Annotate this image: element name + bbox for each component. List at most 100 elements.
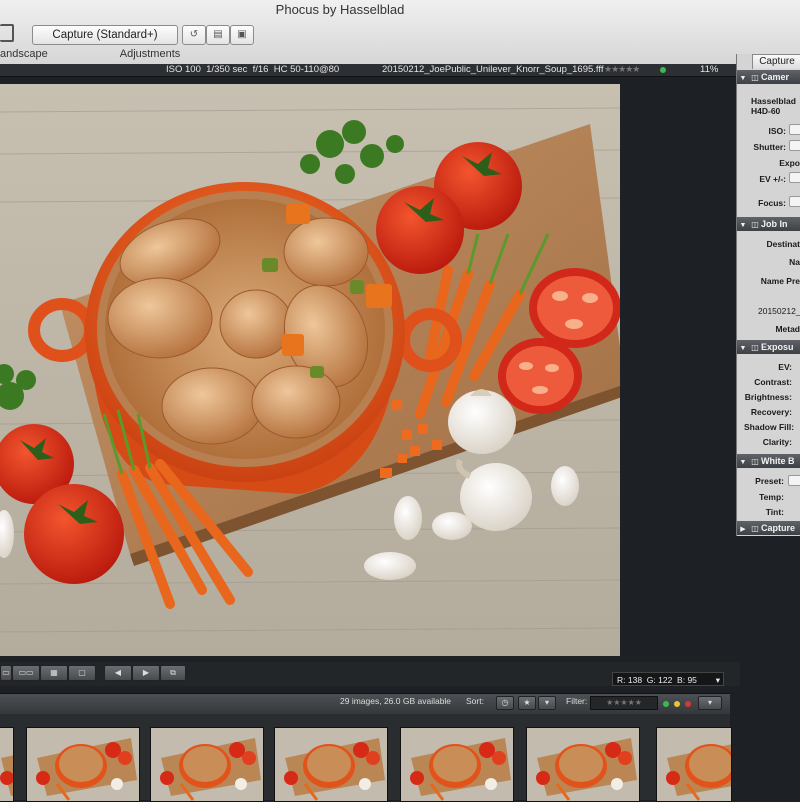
shutter-label: Shutter:	[753, 142, 786, 152]
filter-green-dot[interactable]	[663, 701, 669, 707]
disclosure-open-icon: ▼	[739, 345, 747, 352]
single-view-icon: ▭	[2, 668, 10, 677]
single-view-button[interactable]: ▭	[0, 665, 12, 681]
disclosure-closed-icon: ▶	[740, 526, 746, 533]
green-value: G: 122	[646, 675, 673, 685]
shadow-fill-label: Shadow Fill:	[744, 422, 795, 432]
window-title: Phocus by Hasselblad	[275, 2, 405, 17]
camera-model: Hasselblad H4D-60	[751, 96, 796, 116]
contrast-label: Contrast:	[754, 377, 792, 387]
iso-label: ISO:	[768, 126, 786, 136]
chevron-down-icon: ▾	[707, 698, 712, 707]
arrow-right-icon: ▶	[142, 668, 150, 677]
chevron-down-icon[interactable]: ▾	[716, 673, 723, 687]
filter-rating-stars[interactable]: ★★★★★	[590, 696, 658, 710]
thumbnail[interactable]	[26, 727, 140, 802]
iso-value: ISO 100	[166, 64, 201, 75]
name-label: Na	[789, 257, 800, 267]
adjustments-label: Adjustments	[119, 48, 181, 60]
sort-by-rating-button[interactable]: ★	[518, 696, 536, 710]
ev-slider-label: EV:	[778, 362, 792, 372]
previous-image-button[interactable]: ◀	[104, 665, 132, 681]
blue-value: B: 95	[677, 675, 697, 685]
filter-options-button[interactable]: ▾	[698, 696, 722, 710]
camera-icon: ◫	[751, 73, 759, 82]
iso-control[interactable]	[789, 124, 800, 135]
wb-preset-label: Preset:	[755, 476, 784, 486]
name-preset-label: Name Pre	[760, 276, 800, 286]
disclosure-open-icon: ▼	[739, 222, 747, 229]
job-icon: ◫	[751, 220, 759, 229]
zoom-level[interactable]: 11%	[700, 64, 718, 76]
star-icon: ★	[523, 698, 531, 707]
thumbnail-image	[401, 728, 513, 801]
clarity-label: Clarity:	[762, 437, 792, 447]
paste-adjustments-button[interactable]: ▣	[230, 25, 254, 45]
shutter-control[interactable]	[789, 140, 800, 151]
undo-icon: ↺	[189, 29, 199, 40]
section-exposure[interactable]: ▼ ◫ Exposu	[737, 340, 800, 354]
red-value: R: 138	[617, 675, 643, 685]
focus-label: Focus:	[758, 198, 786, 208]
section-camera[interactable]: ▼ ◫ Camer	[737, 70, 800, 84]
focus-control[interactable]	[789, 196, 800, 207]
fullscreen-view-button[interactable]: ▢	[68, 665, 96, 681]
thumbnail[interactable]	[274, 727, 388, 802]
thumbnail[interactable]	[526, 727, 640, 802]
exposure-label: Expo	[779, 158, 800, 168]
clock-icon: ◷	[501, 698, 509, 707]
image-count: 29 images, 26.0 GB available	[340, 696, 452, 706]
thumbnail-image	[27, 728, 139, 801]
rating-stars[interactable]: ★★★★★	[604, 63, 640, 75]
thumbnail[interactable]	[150, 727, 264, 802]
chevron-down-icon: ▾	[544, 698, 549, 707]
sort-by-date-button[interactable]: ◷	[496, 696, 514, 710]
photo-viewer[interactable]	[0, 84, 620, 656]
next-image-button[interactable]: ▶	[132, 665, 160, 681]
white-balance-icon: ◫	[751, 457, 759, 466]
thumbnail[interactable]	[400, 727, 514, 802]
section-white-balance[interactable]: ▼ ◫ White B	[737, 454, 800, 468]
shutter-value: 1/350 sec	[206, 64, 248, 75]
compare-button[interactable]: ⧉	[160, 665, 186, 681]
food-photo	[0, 84, 620, 656]
grid-view-icon: ▦	[50, 668, 58, 677]
tint-label: Tint:	[765, 507, 784, 517]
shot-info: ISO 100 1/350 sec f/16 HC 50-110@80	[166, 64, 339, 76]
fullscreen-icon: ▢	[78, 668, 86, 677]
section-job-info[interactable]: ▼ ◫ Job In	[737, 217, 800, 231]
sort-order-button[interactable]: ▾	[538, 696, 556, 710]
filter-yellow-dot[interactable]	[674, 701, 680, 707]
temp-label: Temp:	[759, 492, 784, 502]
brightness-label: Brightness:	[744, 392, 792, 402]
landscape-label: andscape	[0, 48, 48, 60]
split-view-button[interactable]: ▭▭	[12, 665, 40, 681]
copy-adjustments-button[interactable]: ▤	[206, 25, 230, 45]
thumbnail-image	[275, 728, 387, 801]
capture-preset-select[interactable]: Capture (Standard+)	[32, 25, 178, 45]
filter-label: Filter:	[566, 696, 588, 706]
undo-button[interactable]: ↺	[182, 25, 206, 45]
copy-adjustments-icon: ▤	[213, 29, 223, 40]
compare-icon: ⧉	[170, 668, 176, 677]
color-tag-dot[interactable]	[660, 67, 666, 73]
metadata-label: Metad	[775, 324, 800, 334]
thumbnail[interactable]	[0, 727, 14, 802]
landscape-layout-icon[interactable]	[0, 24, 14, 42]
wb-preset-select[interactable]	[788, 475, 800, 486]
ev-control[interactable]	[789, 172, 800, 183]
thumbnail-image	[151, 728, 263, 801]
grid-view-button[interactable]: ▦	[40, 665, 68, 681]
recovery-label: Recovery:	[750, 407, 792, 417]
disclosure-open-icon: ▼	[739, 75, 747, 82]
image-filename: 20150212_JoePublic_Unilever_Knorr_Soup_1…	[382, 64, 604, 75]
tab-capture[interactable]: Capture	[752, 54, 800, 69]
thumbnail[interactable]	[656, 727, 732, 802]
section-capture[interactable]: ▶ ◫ Capture	[737, 521, 800, 535]
lens-value: HC 50-110@80	[273, 64, 340, 75]
paste-adjustments-icon: ▣	[237, 29, 247, 40]
filter-red-dot[interactable]	[685, 701, 691, 707]
aperture-value: f/16	[252, 64, 269, 75]
file-prefix: 20150212_j	[758, 306, 800, 316]
sort-label: Sort:	[466, 696, 484, 706]
